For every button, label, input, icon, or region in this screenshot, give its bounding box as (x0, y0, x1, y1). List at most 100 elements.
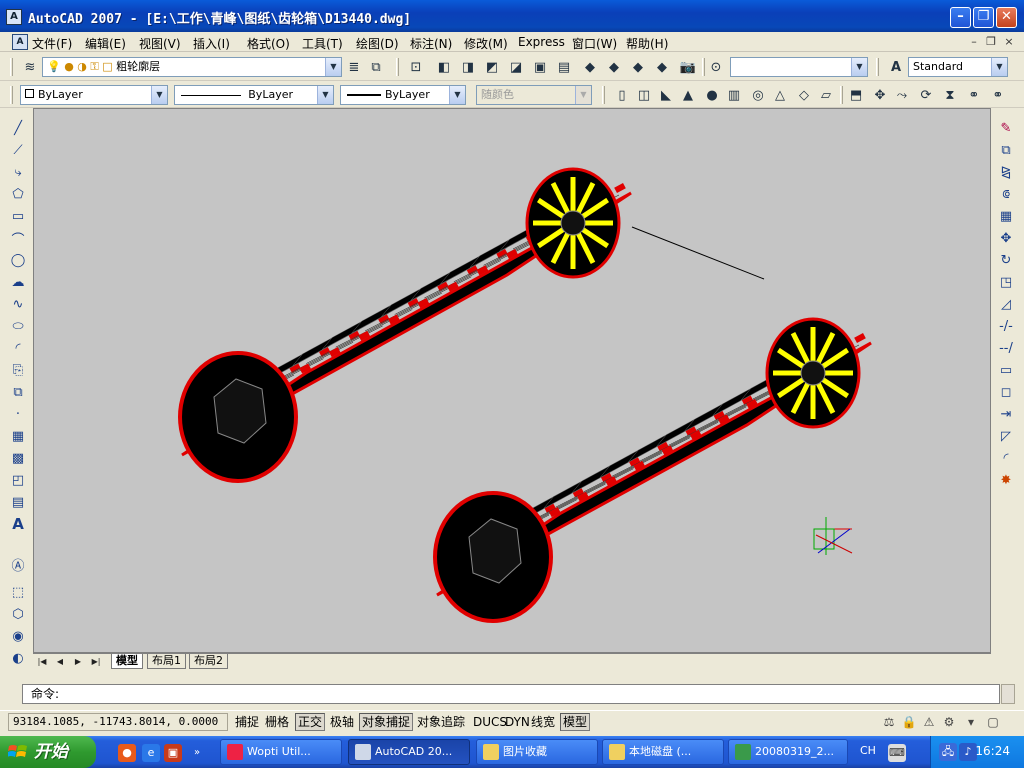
camera-icon[interactable]: 📷 (678, 57, 698, 77)
menu-file[interactable]: 文件(F) (32, 35, 72, 52)
view-combo[interactable]: ▼ (730, 57, 868, 77)
spline-icon[interactable]: ∿ (8, 294, 28, 314)
subtract-icon[interactable]: ⚭ (988, 85, 1008, 105)
bottom-view-icon[interactable]: ◨ (458, 57, 478, 77)
menu-modify[interactable]: 修改(M) (464, 35, 508, 52)
clock[interactable]: 16:24 (975, 744, 1010, 758)
left-view-icon[interactable]: ◩ (482, 57, 502, 77)
track-assembly-right[interactable] (433, 317, 872, 623)
ucs-icon[interactable]: ⊙ (706, 57, 726, 77)
grid-toggle[interactable]: 栅格 (262, 713, 292, 731)
text-style-combo[interactable]: Standard ▼ (908, 57, 1008, 77)
chamfer-icon[interactable]: ◸ (996, 426, 1016, 446)
fillet-icon[interactable]: ◜ (996, 448, 1016, 468)
task-local-disk[interactable]: 本地磁盘 (... (602, 739, 724, 765)
render-sphere-icon[interactable]: ◉ (8, 626, 28, 646)
osnap-toggle[interactable]: 对象捕捉 (359, 713, 414, 731)
text-icon[interactable]: Ⓐ (8, 554, 28, 574)
stretch-icon[interactable]: ◿ (996, 294, 1016, 314)
tab-layout1[interactable]: 布局1 (147, 654, 186, 669)
array-icon[interactable]: ▦ (996, 206, 1016, 226)
erase-icon[interactable]: ✎ (996, 118, 1016, 138)
union-icon[interactable]: ⚭ (964, 85, 984, 105)
title-bar[interactable]: A AutoCAD 2007 - [E:\工作\青峰\图纸\齿轮箱\D13440… (0, 0, 1024, 32)
color-combo[interactable]: ByLayer ▼ (20, 85, 168, 105)
region-icon[interactable]: ◰ (8, 470, 28, 490)
task-image[interactable]: 20080319_2... (728, 739, 848, 765)
break-at-point-icon[interactable]: ▭ (996, 360, 1016, 380)
scale-icon[interactable]: ◳ (996, 272, 1016, 292)
cone-icon[interactable]: ▲ (678, 85, 698, 105)
se-iso-view-icon[interactable]: ◆ (604, 57, 624, 77)
tab-model[interactable]: 模型 (111, 654, 143, 669)
toolbar-grip[interactable] (10, 58, 13, 76)
trim-icon[interactable]: -/- (996, 316, 1016, 336)
wedge-icon[interactable]: ◣ (656, 85, 676, 105)
menu-insert[interactable]: 插入(I) (193, 35, 230, 52)
front-view-icon[interactable]: ▣ (530, 57, 550, 77)
tab-layout2[interactable]: 布局2 (189, 654, 228, 669)
toolbar-grip[interactable] (602, 86, 605, 104)
prev-tab-button[interactable]: ◀ (53, 655, 67, 668)
construction-line-icon[interactable]: ⟋ (8, 140, 28, 160)
make-block-icon[interactable]: ⧉ (8, 382, 28, 402)
circle-icon[interactable]: ◯ (8, 250, 28, 270)
table-icon[interactable]: ▤ (8, 492, 28, 512)
hatch-icon[interactable]: ▦ (8, 426, 28, 446)
revcloud-icon[interactable]: ☁ (8, 272, 28, 292)
maximize-button[interactable]: ❐ (973, 7, 994, 28)
chevron-down-icon[interactable]: ▼ (991, 58, 1007, 76)
revolve-icon[interactable]: ⟳ (916, 85, 936, 105)
polar-toggle[interactable]: 极轴 (327, 713, 357, 731)
ne-iso-view-icon[interactable]: ◆ (628, 57, 648, 77)
planar-surface-icon[interactable]: ▱ (816, 85, 836, 105)
rectangle-icon[interactable]: ▭ (8, 206, 28, 226)
quicklaunch-browser-icon[interactable]: e (142, 744, 160, 762)
pyramid-icon[interactable]: △ (770, 85, 790, 105)
line-icon[interactable]: ╱ (8, 118, 28, 138)
drawing-doc-icon[interactable]: A (12, 34, 28, 50)
coordinate-readout[interactable]: 93184.1085, -11743.8014, 0.0000 (8, 713, 228, 731)
track-assembly-left[interactable] (178, 167, 632, 483)
first-tab-button[interactable]: |◀ (35, 655, 49, 668)
insert-block-icon[interactable]: ⎘ (8, 360, 28, 380)
clean-screen-icon[interactable]: ▢ (984, 713, 1002, 731)
network-icon[interactable]: 🖧 (939, 743, 957, 761)
wedge-3d-icon[interactable]: ⬡ (8, 604, 28, 624)
polygon-icon[interactable]: ⬠ (8, 184, 28, 204)
top-view-icon[interactable]: ◧ (434, 57, 454, 77)
command-scrollbar[interactable] (1001, 684, 1015, 704)
move-icon[interactable]: ✥ (996, 228, 1016, 248)
lineweight-combo[interactable]: ByLayer ▼ (340, 85, 466, 105)
materials-icon[interactable]: ◐ (8, 648, 28, 668)
toolbar-grip[interactable] (702, 58, 705, 76)
doc-minimize-button[interactable]: – (966, 35, 982, 49)
keyboard-icon[interactable]: ⌨ (888, 744, 906, 762)
chevron-down-icon[interactable]: ▼ (325, 58, 341, 76)
ellipse-arc-icon[interactable]: ◜ (8, 338, 28, 358)
menu-window[interactable]: 窗口(W) (572, 35, 617, 52)
sphere-icon[interactable]: ● (702, 85, 722, 105)
arc-icon[interactable]: ⌒ (8, 228, 28, 248)
layer-manager-icon[interactable]: ≋ (20, 57, 40, 77)
toolbar-grip[interactable] (396, 58, 399, 76)
rotate-icon[interactable]: ↻ (996, 250, 1016, 270)
model-viewport[interactable] (34, 109, 991, 653)
loft-icon[interactable]: ⧗ (940, 85, 960, 105)
toolbar-grip[interactable] (876, 58, 879, 76)
sw-iso-view-icon[interactable]: ◆ (580, 57, 600, 77)
layer-combo[interactable]: 💡 ● ◑ ⚿ □ 粗轮廓层 ▼ (42, 57, 342, 77)
chevron-down-icon[interactable]: ▼ (449, 86, 465, 104)
next-tab-button[interactable]: ▶ (71, 655, 85, 668)
nw-iso-view-icon[interactable]: ◆ (652, 57, 672, 77)
ortho-toggle[interactable]: 正交 (295, 713, 326, 731)
autocad-icon[interactable]: A (6, 9, 22, 25)
menu-edit[interactable]: 编辑(E) (85, 35, 126, 52)
task-pictures[interactable]: 图片收藏 (476, 739, 598, 765)
multiline-text-icon[interactable]: A (8, 514, 28, 534)
minimize-button[interactable]: – (950, 7, 971, 28)
task-wopti[interactable]: Wopti Util... (220, 739, 342, 765)
back-view-icon[interactable]: ▤ (554, 57, 574, 77)
lineweight-toggle[interactable]: 线宽 (528, 713, 558, 731)
doc-restore-button[interactable]: ❐ (983, 35, 999, 49)
